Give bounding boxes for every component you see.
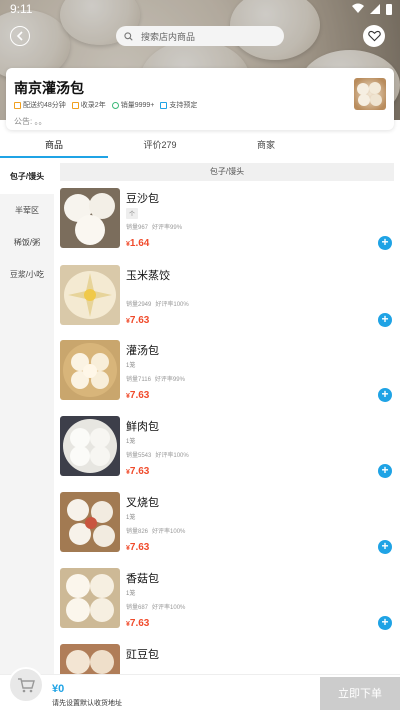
product-unit: 1笼 <box>126 515 136 521</box>
tab-products[interactable]: 商品 <box>0 134 108 156</box>
add-to-cart-button[interactable]: + <box>378 616 392 630</box>
product-item[interactable]: 豇豆包 <box>60 644 394 674</box>
search-icon <box>124 31 133 41</box>
cell-signal-icon <box>370 4 380 14</box>
sidebar-item-baozi[interactable]: 包子/馒头 <box>0 160 54 194</box>
product-price: ¥1.64 <box>126 238 150 249</box>
store-tag-reserve: 支持预定 <box>160 100 197 110</box>
sidebar-item-soymilk[interactable]: 豆浆/小吃 <box>0 258 54 292</box>
store-info-card: 南京灌汤包 配送约48分钟 收录2年 销量9999+ 支持预定 公告: 。。 <box>6 68 394 130</box>
status-time: 9:11 <box>10 2 33 16</box>
chevron-left-icon <box>16 31 23 41</box>
store-tag-sales: 销量9999+ <box>111 100 154 110</box>
product-item[interactable]: 玉米蒸饺 销量2949 好评率100% ¥7.63 + <box>60 265 394 335</box>
product-sales: 销量826 <box>126 529 149 535</box>
product-item[interactable]: 叉烧包 1笼 销量826 好评率100% ¥7.63 + <box>60 492 394 562</box>
badge-icon <box>71 101 79 109</box>
product-sales: 销量5543 <box>126 453 152 459</box>
product-stats: 销量967 好评率99% <box>126 222 182 231</box>
search-placeholder: 搜索店内商品 <box>141 31 196 42</box>
product-image <box>60 568 120 628</box>
add-to-cart-button[interactable]: + <box>378 540 392 554</box>
add-to-cart-button[interactable]: + <box>378 388 392 402</box>
product-item[interactable]: 香菇包 1笼 销量687 好评率100% ¥7.63 + <box>60 568 394 638</box>
product-price: ¥7.63 <box>126 618 150 629</box>
store-logo <box>354 78 386 110</box>
store-notice: 公告: 。。 <box>14 117 47 126</box>
product-rating: 好评率100% <box>155 302 189 308</box>
product-rating: 好评率100% <box>155 453 189 459</box>
product-item[interactable]: 鲜肉包 1笼 销量5543 好评率100% ¥7.63 + <box>60 416 394 486</box>
store-tag-delivery: 配送约48分钟 <box>14 100 66 110</box>
category-sidebar: 包子/馒头 半荤区 稀饭/粥 豆浆/小吃 <box>0 160 54 674</box>
category-header: 包子/馒头 <box>60 163 394 181</box>
product-image <box>60 340 120 400</box>
favorite-button[interactable] <box>363 25 385 47</box>
product-name: 豇豆包 <box>126 649 159 661</box>
product-sales: 销量7116 <box>126 377 151 383</box>
product-name: 叉烧包 <box>126 497 159 509</box>
reserve-icon <box>160 101 168 109</box>
search-input[interactable]: 搜索店内商品 <box>116 26 284 46</box>
product-rating: 好评率99% <box>154 377 185 383</box>
order-now-button[interactable]: 立即下单 <box>320 677 400 710</box>
product-image <box>60 188 120 248</box>
cart-bar: ¥0 请先设置默认收货地址 立即下单 <box>0 667 400 710</box>
product-name: 玉米蒸饺 <box>126 270 170 282</box>
store-name: 南京灌汤包 <box>14 80 84 96</box>
sidebar-item-porridge[interactable]: 稀饭/粥 <box>0 226 54 260</box>
product-name: 豆沙包 <box>126 193 159 205</box>
product-sales: 销量967 <box>126 225 149 231</box>
product-rating: 好评率99% <box>152 225 183 231</box>
tab-reviews[interactable]: 评价279 <box>108 134 212 156</box>
store-tag-years: 收录2年 <box>71 100 106 110</box>
product-image <box>60 644 120 674</box>
product-stats: 销量2949 好评率100% <box>126 299 189 308</box>
product-image <box>60 416 120 476</box>
product-image <box>60 492 120 552</box>
product-price: ¥7.63 <box>126 466 150 477</box>
product-unit: 1笼 <box>126 363 136 369</box>
product-item[interactable]: 灌汤包 1笼 销量7116 好评率99% ¥7.63 + <box>60 340 394 410</box>
delivery-icon <box>14 101 21 109</box>
product-rating: 好评率100% <box>152 605 186 611</box>
store-tags: 配送约48分钟 收录2年 销量9999+ 支持预定 <box>14 100 197 110</box>
product-name: 灌汤包 <box>126 345 159 357</box>
back-button[interactable] <box>10 26 30 46</box>
product-stats: 销量687 好评率100% <box>126 602 185 611</box>
wifi-icon <box>352 2 364 16</box>
add-to-cart-button[interactable]: + <box>378 464 392 478</box>
product-name: 鲜肉包 <box>126 421 159 433</box>
product-unit: 个 <box>126 208 139 219</box>
product-stats: 销量5543 好评率100% <box>126 450 189 459</box>
product-image <box>60 265 120 325</box>
product-unit: 1笼 <box>126 439 136 445</box>
product-stats: 销量826 好评率100% <box>126 526 185 535</box>
product-name: 香菇包 <box>126 573 159 585</box>
cart-icon <box>18 678 35 693</box>
cart-total: ¥0 <box>52 683 65 695</box>
battery-icon <box>386 3 392 15</box>
active-tab-indicator <box>0 156 108 158</box>
product-price: ¥7.63 <box>126 542 150 553</box>
address-hint[interactable]: 请先设置默认收货地址 <box>52 698 122 708</box>
product-unit: 1笼 <box>126 591 136 597</box>
product-item[interactable]: 豆沙包 个 销量967 好评率99% ¥1.64 + <box>60 188 394 258</box>
product-price: ¥7.63 <box>126 390 150 401</box>
product-stats: 销量7116 好评率99% <box>126 374 185 383</box>
product-sales: 销量687 <box>126 605 149 611</box>
product-price: ¥7.63 <box>126 315 150 326</box>
sidebar-item-banhun[interactable]: 半荤区 <box>0 194 54 228</box>
heart-icon <box>367 30 381 42</box>
product-rating: 好评率100% <box>152 529 186 535</box>
status-bar: 9:11 <box>0 0 400 18</box>
product-sales: 销量2949 <box>126 302 152 308</box>
sales-icon <box>111 101 119 109</box>
add-to-cart-button[interactable]: + <box>378 236 392 250</box>
cart-button[interactable] <box>8 667 44 703</box>
tab-merchant[interactable]: 商家 <box>212 134 320 156</box>
add-to-cart-button[interactable]: + <box>378 313 392 327</box>
